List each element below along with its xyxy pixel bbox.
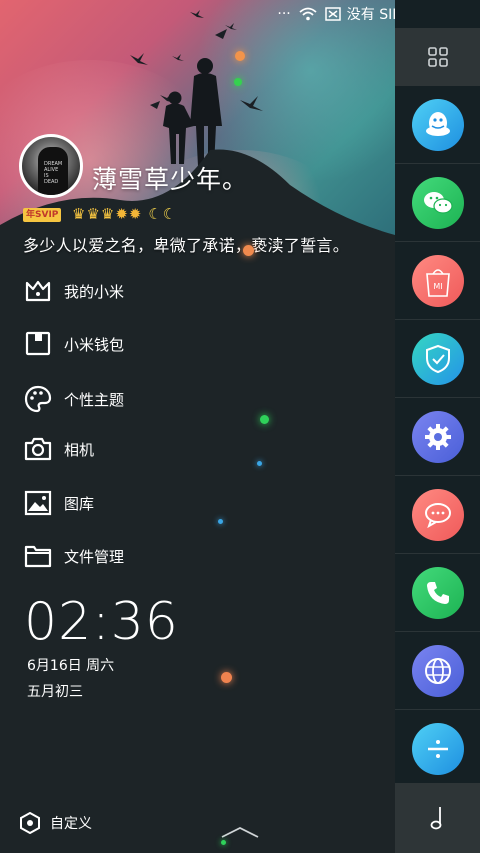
dock-app-messages[interactable]	[395, 476, 480, 554]
settings-icon	[411, 410, 464, 463]
menu-item-mi-wallet[interactable]: 小米钱包	[0, 320, 395, 368]
grid-icon	[427, 47, 448, 67]
user-signature: 多少人以爱之名，卑微了承诺，亵渎了誓言。	[23, 236, 350, 255]
notification-dots: ···	[277, 6, 291, 22]
crown-badge-icon: ♛♛♛	[72, 205, 116, 223]
wifi-icon	[299, 7, 317, 21]
folder-icon	[24, 545, 52, 568]
calculator-icon	[411, 723, 464, 775]
palette-icon	[24, 385, 52, 413]
sun-badge-icon: ✹✹	[115, 205, 143, 223]
chevron-up-icon[interactable]	[220, 825, 260, 839]
gallery-icon	[24, 490, 52, 516]
menu-item-label: 我的小米	[64, 282, 125, 301]
menu-item-camera[interactable]: 相机	[0, 425, 395, 473]
wechat-icon	[411, 176, 464, 229]
menu-item-label: 个性主题	[64, 390, 125, 409]
menu-item-themes[interactable]: 个性主题	[0, 375, 395, 423]
dock-app-wechat[interactable]	[395, 164, 480, 242]
glow-dot	[235, 51, 245, 61]
customize-button[interactable]: 自定义	[20, 812, 92, 834]
menu-item-my-mi[interactable]: 我的小米	[0, 267, 395, 315]
mi-crown-icon	[25, 280, 51, 302]
phone-icon	[411, 566, 464, 619]
camera-icon	[24, 437, 52, 461]
username[interactable]: 薄雪草少年。	[92, 160, 248, 196]
security-icon	[411, 332, 464, 385]
menu-item-gallery[interactable]: 图库	[0, 479, 395, 527]
no-sim-icon	[325, 7, 341, 21]
music-button[interactable]	[395, 783, 480, 853]
clock-date: 6月16日 周六	[27, 658, 115, 674]
glow-dot	[243, 245, 254, 256]
menu-item-file-manager[interactable]: 文件管理	[0, 532, 395, 580]
wallet-icon	[25, 331, 51, 356]
menu-item-label: 小米钱包	[64, 335, 125, 354]
glow-dot	[218, 519, 223, 524]
dock-app-phone[interactable]	[395, 554, 480, 632]
dock-app-browser[interactable]	[395, 632, 480, 710]
level-badges: ♛♛♛✹✹ ☾☾	[72, 204, 177, 224]
menu-item-label: 相机	[64, 440, 95, 459]
dock-app-security[interactable]	[395, 320, 480, 398]
qq-icon	[411, 98, 464, 151]
dock-app-qq[interactable]	[395, 86, 480, 164]
app-grid-button[interactable]	[395, 28, 480, 86]
moon-badge-icon: ☾☾	[148, 205, 178, 223]
mi-store-text: MI	[433, 282, 442, 291]
hexagon-settings-icon	[20, 812, 40, 834]
clock-time[interactable]: 02:36	[24, 592, 179, 652]
glow-dot	[260, 415, 269, 424]
app-dock: MI	[395, 0, 480, 853]
mi-store-icon: MI	[411, 254, 464, 307]
svip-badge: 年SVIP	[23, 208, 62, 222]
dock-app-settings[interactable]	[395, 398, 480, 476]
glow-dot	[221, 672, 232, 683]
menu-item-label: 文件管理	[64, 547, 125, 566]
customize-label: 自定义	[50, 816, 92, 832]
messages-icon	[411, 488, 464, 541]
glow-dot	[234, 78, 242, 86]
dock-app-calculator[interactable]	[395, 710, 480, 788]
menu-item-label: 图库	[64, 494, 95, 513]
lunar-date: 五月初三	[27, 684, 83, 700]
user-avatar[interactable]: DREAM ALIVE IS DEAD	[19, 134, 83, 198]
glow-dot	[257, 461, 262, 466]
glow-dot	[221, 840, 226, 845]
dock-app-mi-store[interactable]: MI	[395, 242, 480, 320]
music-note-icon	[430, 807, 441, 830]
side-drawer: DREAM ALIVE IS DEAD 薄雪草少年。 年SVIP ♛♛♛✹✹ ☾☾ 多…	[0, 0, 395, 853]
browser-icon	[411, 644, 464, 697]
